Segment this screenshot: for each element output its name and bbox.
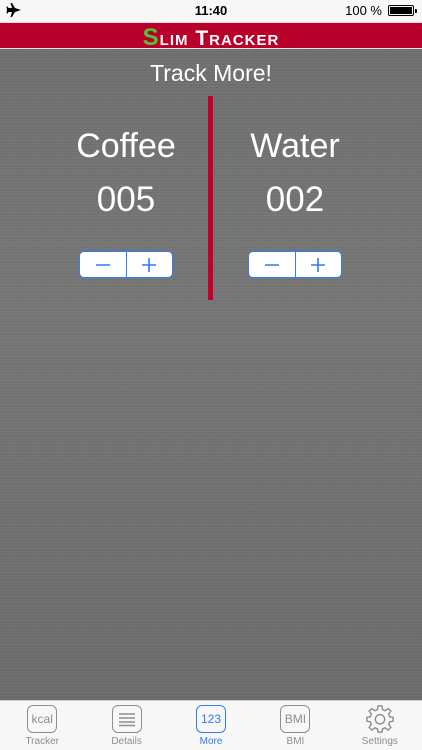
app-screen: 11:40 100 % Slim Tracker Track More! Cof… [0,0,422,750]
minus-icon [264,263,279,266]
app-title-rest: lim Tracker [159,27,280,50]
coffee-increment-button[interactable] [125,252,173,277]
battery-icon [388,5,417,16]
tab-bar: kcal Tracker Details 123 More BMI BMI Se… [0,700,422,750]
kcal-icon: kcal [27,705,58,733]
battery-percent: 100 % [345,3,382,18]
list-icon [111,705,142,733]
coffee-stepper [79,251,173,278]
water-decrement-button[interactable] [249,252,295,277]
tab-tracker[interactable]: kcal Tracker [0,701,84,750]
tab-bmi[interactable]: BMI BMI [253,701,337,750]
bmi-icon: BMI [280,705,311,733]
tab-tracker-label: Tracker [25,736,59,747]
tab-bmi-label: BMI [286,736,305,747]
plus-icon [142,257,157,272]
app-header: Slim Tracker [0,22,422,52]
coffee-decrement-button[interactable] [80,252,126,277]
coffee-label: Coffee [76,127,176,165]
gear-icon [365,705,395,733]
app-title: Slim Tracker [143,24,280,52]
status-bar: 11:40 100 % [0,0,422,22]
plus-icon [311,257,326,272]
page-subtitle: Track More! [150,60,272,86]
counter-icon: 123 [196,705,227,733]
tab-details[interactable]: Details [84,701,168,750]
coffee-counter: Coffee 005 [36,126,216,278]
tab-details-label: Details [111,736,142,747]
water-label: Water [250,127,340,165]
water-counter: Water 002 [205,126,385,278]
tab-more-label: More [199,736,223,747]
water-value: 002 [265,180,325,219]
water-increment-button[interactable] [294,252,342,277]
minus-icon [95,263,110,266]
tab-settings[interactable]: Settings [338,701,422,750]
tab-settings-label: Settings [361,736,398,747]
coffee-value: 005 [96,180,156,219]
app-title-accent: S [142,24,160,51]
water-stepper [248,251,342,278]
tab-more[interactable]: 123 More [169,701,253,750]
